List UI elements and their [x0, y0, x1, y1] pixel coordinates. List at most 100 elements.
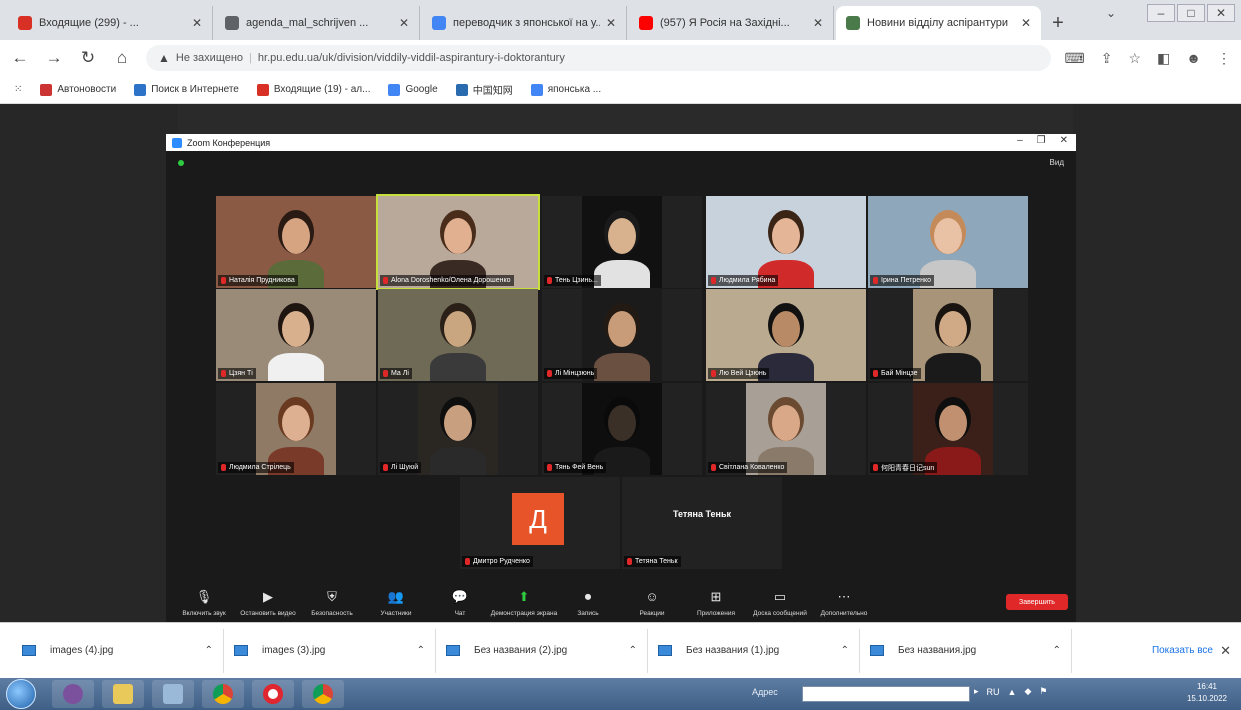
end-meeting-button[interactable]: Завершить — [1006, 594, 1068, 610]
side-panel-icon[interactable]: ◧ — [1157, 50, 1170, 67]
bookmark-star-icon[interactable]: ☆ — [1128, 50, 1141, 67]
participant-video-tile[interactable]: Alona Doroshenko/Олена Дорошенко — [376, 194, 540, 290]
tab-close-icon[interactable]: ✕ — [192, 16, 202, 30]
participant-body — [925, 353, 981, 381]
download-item[interactable]: images (4).jpg ⌃ — [12, 628, 224, 673]
zoom-toolbar-button[interactable]: ⊞ Приложения — [684, 590, 748, 618]
browser-tab[interactable]: Новини відділу аспірантури ✕ — [836, 6, 1041, 40]
participant-video-tile[interactable]: 何阳青春日记sun — [868, 383, 1028, 475]
tab-close-icon[interactable]: ✕ — [399, 16, 409, 30]
bookmark-item[interactable]: Поиск в Интернете — [134, 83, 239, 96]
reload-button[interactable]: ↻ — [78, 48, 98, 68]
participant-video-tile[interactable]: Лі Мінцзюнь — [542, 289, 702, 381]
address-bar[interactable]: ▲ Не захищено | hr.pu.edu.ua/uk/division… — [146, 45, 1051, 71]
download-item[interactable]: images (3).jpg ⌃ — [224, 628, 436, 673]
browser-tab[interactable]: переводчик з японської на у... ✕ — [422, 6, 627, 40]
share-icon[interactable]: ⇪ — [1101, 50, 1113, 67]
apps-grid-icon[interactable]: ⁙ — [14, 84, 22, 95]
zoom-toolbar-button[interactable]: 🎙 Включить звук — [172, 590, 236, 618]
forward-button[interactable]: → — [44, 48, 64, 68]
chevron-up-icon[interactable]: ⌃ — [629, 645, 637, 656]
chevron-up-icon[interactable]: ⌃ — [841, 645, 849, 656]
minimize-button[interactable]: – — [1147, 4, 1175, 22]
participant-video-tile[interactable]: Бай Мінцзе — [868, 289, 1028, 381]
translate-icon[interactable]: ⌨ — [1065, 50, 1085, 67]
warning-icon[interactable]: ▲ — [158, 51, 170, 65]
browser-tab[interactable]: agenda_mal_schrijven ... ✕ — [215, 6, 420, 40]
chevron-up-icon[interactable]: ⌃ — [1053, 645, 1061, 656]
close-window-button[interactable]: ✕ — [1207, 4, 1235, 22]
maximize-button[interactable]: □ — [1177, 4, 1205, 22]
taskbar-chrome-icon[interactable] — [202, 680, 244, 708]
participant-name-tile[interactable]: Тетяна Теньк Тетяна Теньк — [622, 477, 782, 569]
download-item[interactable]: Без названия.jpg ⌃ — [860, 628, 1072, 673]
menu-kebab-icon[interactable]: ⋮ — [1217, 50, 1231, 67]
show-all-downloads-link[interactable]: Показать все — [1152, 645, 1213, 656]
bookmark-item[interactable]: Автоновости — [40, 83, 116, 96]
zoom-toolbar-button[interactable]: ⛨ Безопасность — [300, 590, 364, 618]
taskbar-clock[interactable]: 16:41 15.10.2022 — [1187, 681, 1227, 705]
participant-video-tile[interactable]: Тень Цзинь... — [542, 196, 702, 288]
browser-tab[interactable]: (957) Я Росія на Західні... ✕ — [629, 6, 834, 40]
taskbar-explorer-icon[interactable] — [102, 680, 144, 708]
zoom-toolbar-button[interactable]: ▶ Остановить видео — [236, 590, 300, 618]
image-file-icon — [446, 645, 460, 656]
taskbar-viber-icon[interactable] — [52, 680, 94, 708]
separator: | — [249, 52, 252, 64]
tab-close-icon[interactable]: ✕ — [606, 16, 616, 30]
go-arrow-icon[interactable]: ▸ — [974, 686, 979, 697]
tab-search-icon[interactable]: ⌄ — [1097, 4, 1125, 22]
zoom-toolbar-button[interactable]: ▭ Доска сообщений — [748, 590, 812, 618]
participant-video-tile[interactable]: Тянь Фей Вень — [542, 383, 702, 475]
bookmark-item[interactable]: Google — [388, 83, 438, 96]
tab-close-icon[interactable]: ✕ — [813, 16, 823, 30]
language-indicator[interactable]: RU — [987, 687, 1000, 697]
taskbar-chrome-active-icon[interactable] — [302, 680, 344, 708]
back-button[interactable]: ← — [10, 48, 30, 68]
profile-avatar-icon[interactable]: ☻ — [1186, 50, 1201, 67]
taskbar-opera-icon[interactable] — [252, 680, 294, 708]
zoom-toolbar-button[interactable]: 👥 Участники — [364, 590, 428, 618]
zoom-toolbar-button[interactable]: ⬆ Демонстрация экрана — [491, 590, 557, 618]
start-button[interactable] — [6, 679, 36, 709]
participant-video-tile[interactable]: Цзян Ті — [216, 289, 376, 381]
participant-video-tile[interactable]: Лю Вей Цзюнь — [706, 289, 866, 381]
participant-video-tile[interactable]: Лі Шуюй — [378, 383, 538, 475]
new-tab-button[interactable]: + — [1043, 8, 1073, 38]
participant-video-tile[interactable]: Наталія Прудникова — [216, 196, 376, 288]
zoom-toolbar-button[interactable]: ⋯ Дополнительно — [812, 590, 876, 618]
close-downloads-icon[interactable]: ✕ — [1220, 643, 1231, 659]
tab-close-icon[interactable]: ✕ — [1021, 16, 1031, 30]
bookmark-item[interactable]: японська ... — [530, 83, 601, 96]
participant-name-label: Тетяна Теньк — [624, 556, 681, 567]
participant-video-tile[interactable]: Людмила Стрілець — [216, 383, 376, 475]
taskbar-documents-icon[interactable] — [152, 680, 194, 708]
zoom-toolbar-button[interactable]: ☺ Реакции — [620, 590, 684, 618]
zoom-toolbar-label: Реакции — [639, 610, 665, 617]
tray-network-icon[interactable]: ▲ — [1008, 687, 1017, 697]
zoom-minimize-button[interactable]: – — [1017, 135, 1023, 146]
zoom-toolbar-button[interactable]: 💬 Чат — [428, 590, 492, 618]
zoom-close-button[interactable]: ✕ — [1060, 135, 1068, 146]
participant-video-tile[interactable]: Людмила Рябина — [706, 196, 866, 288]
participant-avatar-tile[interactable]: Д Дмитро Рудченко — [460, 477, 620, 569]
zoom-toolbar-button[interactable]: ⏺ Запись — [556, 590, 620, 618]
chevron-up-icon[interactable]: ⌃ — [205, 645, 213, 656]
participant-body — [594, 260, 650, 288]
bookmark-item[interactable]: Входящие (19) - ал... — [256, 83, 370, 96]
browser-tab[interactable]: Входящие (299) - ... ✕ — [8, 6, 213, 40]
zoom-maximize-button[interactable]: ❐ — [1037, 135, 1046, 146]
participant-video-tile[interactable]: Ма Лі — [378, 289, 538, 381]
tray-flag-icon[interactable]: ⚑ — [1039, 686, 1047, 697]
download-item[interactable]: Без названия (1).jpg ⌃ — [648, 628, 860, 673]
participant-video-tile[interactable]: Ірина Петренко — [868, 196, 1028, 288]
encryption-shield-icon[interactable] — [178, 160, 184, 166]
address-toolbar-input[interactable] — [802, 686, 970, 702]
tray-volume-icon[interactable]: ◆ — [1024, 686, 1031, 697]
download-item[interactable]: Без названия (2).jpg ⌃ — [436, 628, 648, 673]
chevron-up-icon[interactable]: ⌃ — [417, 645, 425, 656]
home-button[interactable]: ⌂ — [112, 48, 132, 68]
bookmark-item[interactable]: 中国知网 — [455, 82, 513, 97]
participant-video-tile[interactable]: Світлана Коваленко — [706, 383, 866, 475]
view-button[interactable]: Вид — [1050, 158, 1064, 167]
